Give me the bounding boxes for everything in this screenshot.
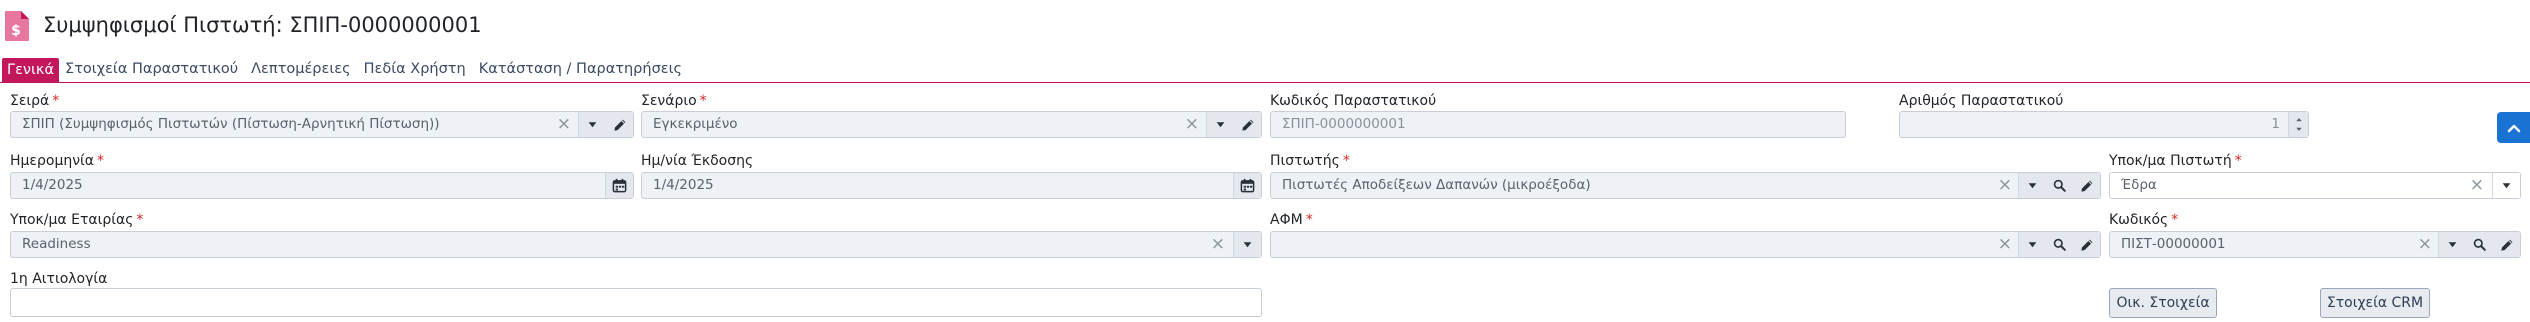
chevron-down-icon[interactable]: [2019, 232, 2046, 257]
code-select[interactable]: ΠΙΣΤ-00000001 ×: [2109, 231, 2521, 258]
clear-icon[interactable]: ×: [1185, 112, 1199, 137]
vat-buttons: [2018, 232, 2100, 257]
pencil-icon[interactable]: [2493, 232, 2520, 257]
crm-details-button[interactable]: Στοιχεία CRM: [2320, 288, 2430, 318]
scenario-label: Σενάριο *: [641, 93, 707, 109]
chevron-down-icon[interactable]: [579, 112, 606, 137]
calendar-icon[interactable]: [606, 173, 633, 198]
chevron-up-icon[interactable]: [2295, 116, 2303, 123]
date-buttons: [605, 173, 633, 198]
clear-icon[interactable]: ×: [557, 112, 571, 137]
clear-icon[interactable]: ×: [1211, 232, 1225, 257]
number-stepper[interactable]: [2288, 112, 2308, 137]
pencil-icon[interactable]: [1234, 112, 1261, 137]
code-value: ΠΙΣΤ-00000001: [2121, 236, 2226, 252]
chevron-down-icon[interactable]: [2439, 232, 2466, 257]
document-code-placeholder: ΣΠΙΠ-0000000001: [1282, 116, 1406, 132]
company-branch-select[interactable]: Readiness ×: [10, 231, 1262, 258]
scroll-top-button[interactable]: [2497, 112, 2530, 143]
chevron-down-icon[interactable]: [1207, 112, 1234, 137]
clear-icon[interactable]: ×: [2418, 232, 2432, 257]
chevron-up-icon: [2507, 124, 2520, 132]
tab-document-details[interactable]: Στοιχεία Παραστατικού: [65, 58, 238, 82]
tab-details[interactable]: Λεπτομέρειες: [251, 58, 350, 82]
series-select[interactable]: ΣΠΙΠ (Συμψηφισμός Πιστωτών (Πίστωση-Αρνη…: [10, 111, 634, 138]
document-number-field[interactable]: 1: [1899, 111, 2309, 138]
tab-divider: [0, 82, 2530, 83]
clear-icon[interactable]: ×: [2470, 173, 2484, 198]
clear-icon[interactable]: ×: [1998, 232, 2012, 257]
creditor-label: Πιστωτής *: [1270, 153, 1350, 169]
contact-details-button[interactable]: Οικ. Στοιχεία: [2109, 288, 2217, 318]
date-label: Ημερομηνία *: [10, 153, 105, 169]
tab-status-notes[interactable]: Κατάσταση / Παρατηρήσεις: [479, 58, 682, 82]
document-code-label: Κωδικός Παραστατικού: [1270, 93, 1437, 109]
creditor-branch-select[interactable]: Έδρα ×: [2109, 172, 2521, 199]
clear-icon[interactable]: ×: [1998, 173, 2012, 198]
date-field[interactable]: 1/4/2025: [10, 172, 634, 199]
creditor-branch-buttons: [2492, 173, 2520, 198]
document-dollar-icon: $: [4, 10, 30, 42]
series-label: Σειρά *: [10, 93, 60, 109]
date-value: 1/4/2025: [22, 177, 83, 193]
svg-text:$: $: [11, 23, 21, 39]
code-buttons: [2438, 232, 2520, 257]
creditor-branch-value: Έδρα: [2121, 177, 2157, 193]
company-branch-label: Υποκ/μα Εταιρίας *: [10, 212, 144, 228]
scenario-buttons: [1206, 112, 1261, 137]
document-number-label: Αριθμός Παραστατικού: [1899, 93, 2064, 109]
chevron-down-icon[interactable]: [1234, 232, 1261, 257]
creditor-select[interactable]: Πιστωτές Αποδείξεων Δαπανών (μικροέξοδα)…: [1270, 172, 2101, 199]
issue-date-buttons: [1233, 173, 1261, 198]
tab-bar: Γενικά Στοιχεία Παραστατικού Λεπτομέρειε…: [2, 58, 695, 82]
company-branch-buttons: [1233, 232, 1261, 257]
vat-label: ΑΦΜ *: [1270, 212, 1313, 228]
justification-field[interactable]: [10, 288, 1262, 317]
series-value: ΣΠΙΠ (Συμψηφισμός Πιστωτών (Πίστωση-Αρνη…: [22, 116, 440, 132]
pencil-icon[interactable]: [606, 112, 633, 137]
chevron-down-icon[interactable]: [2295, 126, 2303, 133]
page-title: Συμψηφισμοί Πιστωτή: ΣΠΙΠ-0000000001: [43, 13, 482, 37]
search-icon[interactable]: [2046, 173, 2073, 198]
issue-date-field[interactable]: 1/4/2025: [641, 172, 1262, 199]
search-icon[interactable]: [2046, 232, 2073, 257]
pencil-icon[interactable]: [2073, 173, 2100, 198]
search-icon[interactable]: [2466, 232, 2493, 257]
code-label: Κωδικός *: [2109, 212, 2179, 228]
chevron-down-icon[interactable]: [2019, 173, 2046, 198]
pencil-icon[interactable]: [2073, 232, 2100, 257]
tab-user-fields[interactable]: Πεδία Χρήστη: [364, 58, 466, 82]
issue-date-label: Ημ/νία Έκδοσης: [641, 153, 754, 169]
chevron-down-icon[interactable]: [2493, 173, 2520, 198]
creditor-buttons: [2018, 173, 2100, 198]
company-branch-value: Readiness: [22, 236, 91, 252]
creditor-value: Πιστωτές Αποδείξεων Δαπανών (μικροέξοδα): [1282, 177, 1591, 193]
document-number-value: 1: [2271, 116, 2280, 132]
creditor-branch-label: Υποκ/μα Πιστωτή *: [2109, 153, 2242, 169]
calendar-icon[interactable]: [1234, 173, 1261, 198]
scenario-value: Εγκεκριμένο: [653, 116, 738, 132]
document-code-field[interactable]: ΣΠΙΠ-0000000001: [1270, 111, 1846, 138]
justification-label: 1η Αιτιολογία: [10, 271, 108, 287]
scenario-select[interactable]: Εγκεκριμένο ×: [641, 111, 1262, 138]
vat-select[interactable]: ×: [1270, 231, 2101, 258]
tab-general[interactable]: Γενικά: [2, 58, 60, 82]
issue-date-value: 1/4/2025: [653, 177, 714, 193]
series-buttons: [578, 112, 633, 137]
